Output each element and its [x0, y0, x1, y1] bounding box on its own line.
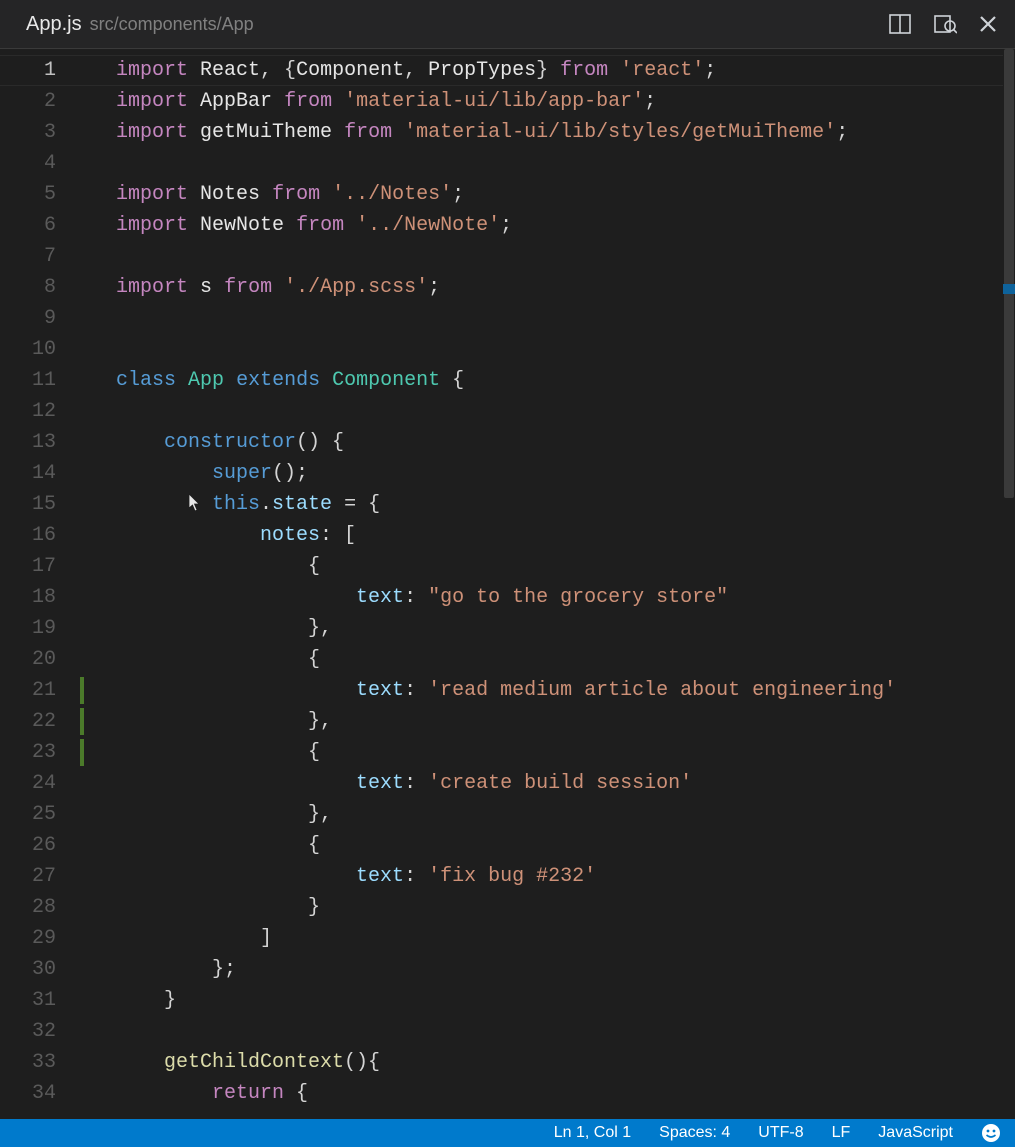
modified-line-marker: [80, 739, 84, 766]
open-file-path: src/components/App: [90, 14, 254, 35]
close-icon[interactable]: [979, 15, 997, 33]
code-line[interactable]: [116, 396, 1001, 427]
editor-tab-bar: App.js src/components/App: [0, 0, 1015, 49]
status-bar: Ln 1, Col 1 Spaces: 4 UTF-8 LF JavaScrip…: [0, 1119, 1015, 1147]
line-number: 10: [0, 334, 86, 365]
line-number: 5: [0, 179, 86, 210]
line-number: 4: [0, 148, 86, 179]
status-eol[interactable]: LF: [832, 1124, 851, 1142]
overview-ruler[interactable]: [1003, 49, 1015, 1119]
line-number: 31: [0, 985, 86, 1016]
line-number: 8: [0, 272, 86, 303]
code-line[interactable]: ]: [116, 923, 1001, 954]
line-number: 2: [0, 86, 86, 117]
split-editor-icon[interactable]: [889, 14, 911, 34]
code-line[interactable]: [116, 334, 1001, 365]
code-line[interactable]: }: [116, 892, 1001, 923]
line-number: 22: [0, 706, 86, 737]
code-line[interactable]: [116, 1016, 1001, 1047]
overview-marker: [1003, 284, 1015, 294]
line-number: 27: [0, 861, 86, 892]
code-line[interactable]: };: [116, 954, 1001, 985]
line-number: 18: [0, 582, 86, 613]
code-line[interactable]: {: [116, 644, 1001, 675]
line-number: 17: [0, 551, 86, 582]
line-number: 32: [0, 1016, 86, 1047]
line-number: 15: [0, 489, 86, 520]
code-line[interactable]: this.state = {: [116, 489, 1001, 520]
code-line[interactable]: text: 'read medium article about enginee…: [116, 675, 1001, 706]
code-line[interactable]: import s from './App.scss';: [116, 272, 1001, 303]
line-number: 33: [0, 1047, 86, 1078]
code-line[interactable]: }: [116, 985, 1001, 1016]
line-number: 14: [0, 458, 86, 489]
code-line[interactable]: class App extends Component {: [116, 365, 1001, 396]
line-number: 19: [0, 613, 86, 644]
code-line[interactable]: {: [116, 830, 1001, 861]
modified-line-marker: [80, 708, 84, 735]
code-line[interactable]: constructor() {: [116, 427, 1001, 458]
code-line[interactable]: import NewNote from '../NewNote';: [116, 210, 1001, 241]
open-file-name[interactable]: App.js: [10, 13, 82, 36]
scrollbar-handle[interactable]: [1004, 49, 1014, 498]
line-number: 29: [0, 923, 86, 954]
line-number: 13: [0, 427, 86, 458]
status-cursor-position[interactable]: Ln 1, Col 1: [554, 1124, 631, 1142]
code-content[interactable]: import React, {Component, PropTypes} fro…: [86, 49, 1001, 1119]
line-number: 21: [0, 675, 86, 706]
code-line[interactable]: [116, 148, 1001, 179]
code-line[interactable]: },: [116, 706, 1001, 737]
preview-icon[interactable]: [933, 13, 957, 35]
code-line[interactable]: },: [116, 613, 1001, 644]
modified-line-marker: [80, 677, 84, 704]
line-number: 12: [0, 396, 86, 427]
code-editor[interactable]: 1234567891011121314151617181920212223242…: [0, 49, 1015, 1119]
line-number: 3: [0, 117, 86, 148]
line-number: 34: [0, 1078, 86, 1109]
line-number: 28: [0, 892, 86, 923]
tab-actions: [889, 13, 1005, 35]
line-number: 1: [0, 55, 86, 86]
line-number: 23: [0, 737, 86, 768]
line-number: 9: [0, 303, 86, 334]
line-number: 20: [0, 644, 86, 675]
code-line[interactable]: import getMuiTheme from 'material-ui/lib…: [116, 117, 1001, 148]
code-line[interactable]: getChildContext(){: [116, 1047, 1001, 1078]
code-line[interactable]: import Notes from '../Notes';: [116, 179, 1001, 210]
code-line[interactable]: super();: [116, 458, 1001, 489]
code-line[interactable]: text: "go to the grocery store": [116, 582, 1001, 613]
code-line[interactable]: import AppBar from 'material-ui/lib/app-…: [116, 86, 1001, 117]
line-number: 7: [0, 241, 86, 272]
line-number: 30: [0, 954, 86, 985]
line-number: 16: [0, 520, 86, 551]
status-indentation[interactable]: Spaces: 4: [659, 1124, 730, 1142]
code-line[interactable]: [116, 303, 1001, 334]
code-line[interactable]: text: 'create build session': [116, 768, 1001, 799]
line-number: 6: [0, 210, 86, 241]
code-line[interactable]: },: [116, 799, 1001, 830]
line-number: 24: [0, 768, 86, 799]
status-encoding[interactable]: UTF-8: [758, 1124, 803, 1142]
line-number: 11: [0, 365, 86, 396]
line-number: 26: [0, 830, 86, 861]
line-number-gutter: 1234567891011121314151617181920212223242…: [0, 49, 86, 1119]
status-language[interactable]: JavaScript: [878, 1124, 953, 1142]
code-line[interactable]: import React, {Component, PropTypes} fro…: [116, 55, 1001, 86]
code-line[interactable]: text: 'fix bug #232': [116, 861, 1001, 892]
code-line[interactable]: [116, 241, 1001, 272]
line-number: 25: [0, 799, 86, 830]
code-line[interactable]: notes: [: [116, 520, 1001, 551]
code-line[interactable]: {: [116, 737, 1001, 768]
code-line[interactable]: {: [116, 551, 1001, 582]
feedback-icon[interactable]: [981, 1123, 1001, 1143]
code-line[interactable]: return {: [116, 1078, 1001, 1109]
